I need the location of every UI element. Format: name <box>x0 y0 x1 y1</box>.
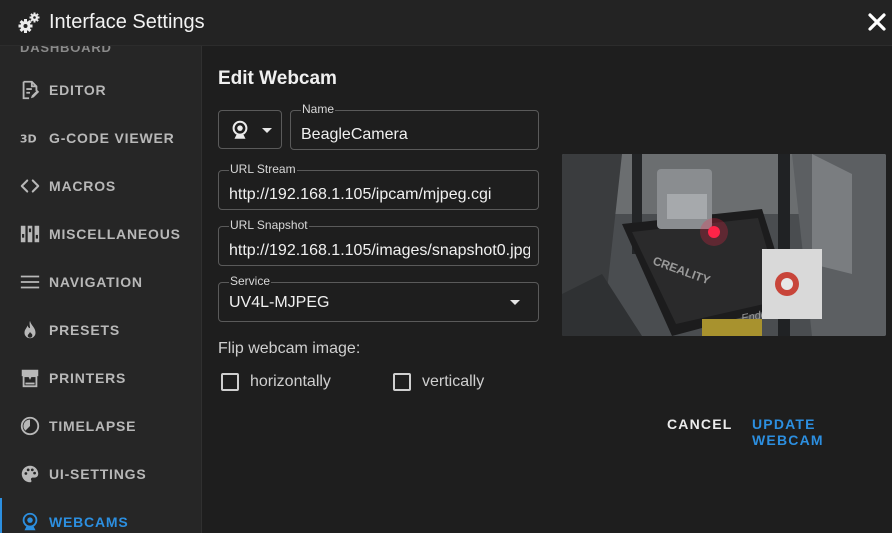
webcam-preview-image: CREALITY Ender <box>562 154 886 336</box>
sidebar-item-editor[interactable]: EDITOR <box>0 66 201 114</box>
fire-icon <box>24 320 36 339</box>
url-stream-field: URL Stream <box>218 162 539 210</box>
webcam-icon <box>232 120 248 139</box>
menu-icon <box>20 275 40 289</box>
sidebar-item-dashboard-peek[interactable]: DASHBOARD <box>20 46 112 55</box>
close-icon[interactable] <box>865 10 889 34</box>
printer-3d-icon <box>21 369 39 388</box>
flip-vertical-label[interactable]: vertically <box>422 373 484 391</box>
update-webcam-button[interactable]: UPDATE WEBCAM <box>752 416 892 448</box>
switch-panel-icon <box>20 225 40 243</box>
title-bar: Interface Settings <box>0 0 892 46</box>
webcam-icon <box>22 512 38 531</box>
cancel-button[interactable]: CANCEL <box>667 416 733 432</box>
name-input[interactable] <box>301 123 530 147</box>
chevron-down-icon <box>262 128 272 133</box>
webcam-icon-picker[interactable] <box>218 110 282 149</box>
sidebar-item-navigation[interactable]: NAVIGATION <box>0 258 201 306</box>
sidebar-item-gcode-viewer[interactable]: 3D G-CODE VIEWER <box>0 114 201 162</box>
cogs-icon <box>18 12 40 33</box>
settings-sidebar: DASHBOARD EDITOR 3D G-CODE VIEWER MACROS <box>0 46 202 533</box>
code-brackets-icon <box>20 179 40 193</box>
url-snapshot-input[interactable] <box>229 239 530 263</box>
flip-horizontal-checkbox[interactable] <box>221 373 239 391</box>
service-selected-value: UV4L-MJPEG <box>229 294 330 311</box>
palette-icon <box>21 465 39 483</box>
sidebar-item-timelapse[interactable]: TIMELAPSE <box>0 402 201 450</box>
3d-icon: 3D <box>20 133 37 146</box>
flip-webcam-label: Flip webcam image: <box>218 340 361 357</box>
file-edit-icon <box>22 80 40 100</box>
timelapse-icon <box>20 416 40 436</box>
url-snapshot-field: URL Snapshot <box>218 218 539 266</box>
url-stream-input[interactable] <box>229 183 530 207</box>
name-field: Name <box>290 102 539 150</box>
edit-webcam-form: Edit Webcam Name URL Stream URL Snapshot… <box>203 46 892 533</box>
page-title: Edit Webcam <box>218 68 337 89</box>
window-title: Interface Settings <box>49 11 205 33</box>
service-select[interactable]: Service UV4L-MJPEG <box>218 274 539 322</box>
sidebar-item-ui-settings[interactable]: UI-SETTINGS <box>0 450 201 498</box>
flip-vertical-checkbox[interactable] <box>393 373 411 391</box>
active-indicator <box>0 498 2 533</box>
sidebar-item-webcams[interactable]: WEBCAMS <box>0 498 201 533</box>
webcam-preview: CREALITY Ender <box>562 154 886 336</box>
sidebar-item-presets[interactable]: PRESETS <box>0 306 201 354</box>
chevron-down-icon <box>510 300 520 305</box>
sidebar-item-macros[interactable]: MACROS <box>0 162 201 210</box>
svg-text:3D: 3D <box>20 133 37 146</box>
sidebar-item-printers[interactable]: PRINTERS <box>0 354 201 402</box>
sidebar-item-miscellaneous[interactable]: MISCELLANEOUS <box>0 210 201 258</box>
flip-horizontal-label[interactable]: horizontally <box>250 373 331 391</box>
